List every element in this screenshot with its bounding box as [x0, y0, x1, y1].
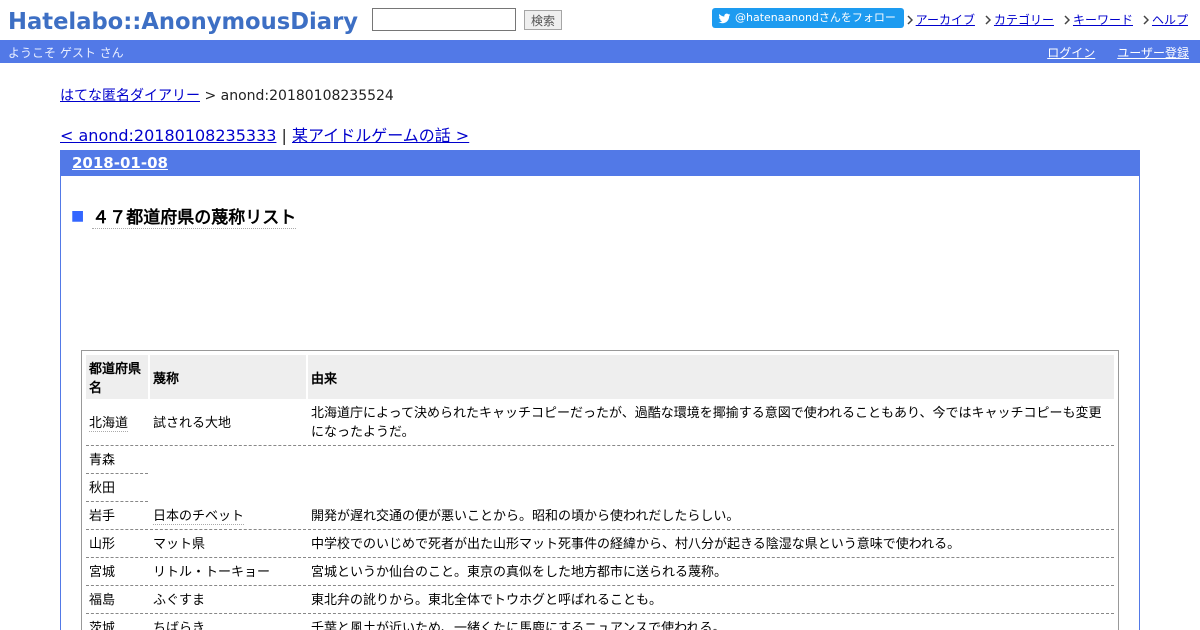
arrow-right-icon: [1143, 14, 1149, 25]
nickname-cell: 試される大地: [150, 401, 306, 446]
nickname-cell: [150, 476, 306, 502]
twitter-follow-button[interactable]: @hatenaanondさんをフォロー: [712, 8, 904, 28]
origin-cell: 宮城というか仙台のこと。東京の真似をした地方都市に送られる蔑称。: [308, 560, 1114, 586]
day-header: 2018-01-08: [61, 151, 1139, 176]
welcome-text: ようこそ ゲスト さん: [8, 46, 124, 60]
column-header-nickname: 蔑称: [150, 355, 306, 399]
nickname-cell: 日本のチベット: [150, 504, 306, 530]
nickname-table: 都道府県名 蔑称 由来 北海道 試される大地 北海道庁によって決められたキャッチ…: [81, 350, 1119, 630]
archive-link[interactable]: アーカイブ: [916, 11, 975, 28]
header-link-category[interactable]: カテゴリー: [985, 11, 1054, 28]
origin-cell: 北海道庁によって決められたキャッチコピーだったが、過酷な環境を揶揄する意図で使わ…: [308, 401, 1114, 446]
column-header-prefecture: 都道府県名: [86, 355, 148, 399]
table-row: 福島 ふぐすま 東北弁の訛りから。東北全体でトウホグと呼ばれることも。: [86, 588, 1114, 614]
table-row: 青森: [86, 448, 1114, 474]
nickname-cell: リトル・トーキョー: [150, 560, 306, 586]
table-row: 茨城 ちばらき 千葉と風土が近いため、一緒くたに馬鹿にするニュアンスで使われる。: [86, 616, 1114, 630]
header-links: アーカイブ カテゴリー キーワード ヘルプ: [907, 11, 1188, 28]
table-header-row: 都道府県名 蔑称 由来: [86, 355, 1114, 399]
arrow-right-icon: [985, 14, 991, 25]
prefecture-cell: 福島: [86, 588, 148, 614]
nickname-cell: マット県: [150, 532, 306, 558]
table-row: 山形 マット県 中学校でのいじめで死者が出た山形マット死事件の経緯から、村八分が…: [86, 532, 1114, 558]
login-link[interactable]: ログイン: [1047, 44, 1095, 61]
arrow-right-icon: [907, 14, 913, 25]
table-row: 秋田: [86, 476, 1114, 502]
entry-permalink-mark[interactable]: ■: [71, 208, 84, 224]
prefecture-cell: 茨城: [86, 616, 148, 630]
entry-title-text: ４７都道府県の蔑称リスト: [92, 203, 297, 229]
entry-pager: < anond:20180108235333 | 某アイドルゲームの話 >: [60, 122, 469, 146]
user-bar: ようこそ ゲスト さん ログイン ユーザー登録: [0, 40, 1200, 63]
column-header-origin: 由来: [308, 355, 1114, 399]
table-row: 宮城 リトル・トーキョー 宮城というか仙台のこと。東京の真似をした地方都市に送ら…: [86, 560, 1114, 586]
search-button[interactable]: 検索: [524, 10, 562, 30]
breadcrumb-current: anond:20180108235524: [220, 88, 394, 104]
table-row: 北海道 試される大地 北海道庁によって決められたキャッチコピーだったが、過酷な環…: [86, 401, 1114, 446]
nickname-cell: ふぐすま: [150, 588, 306, 614]
prev-entry-link[interactable]: < anond:20180108235333: [60, 126, 276, 145]
header-link-keyword[interactable]: キーワード: [1064, 11, 1133, 28]
prefecture-cell: 青森: [86, 448, 148, 474]
prefecture-cell: 宮城: [86, 560, 148, 586]
arrow-right-icon: [1064, 14, 1070, 25]
category-link[interactable]: カテゴリー: [994, 11, 1054, 28]
next-entry-link[interactable]: 某アイドルゲームの話 >: [292, 126, 469, 145]
follow-label: @hatenaanondさんをフォロー: [735, 11, 896, 24]
origin-cell: 東北弁の訛りから。東北全体でトウホグと呼ばれることも。: [308, 588, 1114, 614]
breadcrumb-separator: >: [200, 88, 221, 104]
day-date-link[interactable]: 2018-01-08: [72, 154, 168, 172]
breadcrumb-home-link[interactable]: はてな匿名ダイアリー: [60, 88, 200, 104]
search-input[interactable]: [372, 8, 516, 31]
user-bar-links: ログイン ユーザー登録: [1047, 44, 1189, 61]
origin-cell: 千葉と風土が近いため、一緒くたに馬鹿にするニュアンスで使われる。: [308, 616, 1114, 630]
table-row: 岩手 日本のチベット 開発が遅れ交通の便が悪いことから。昭和の頃から使われだした…: [86, 504, 1114, 530]
site-logo[interactable]: Hatelabo::AnonymousDiary: [8, 5, 360, 35]
prefecture-cell: 北海道: [86, 401, 148, 446]
header: Hatelabo::AnonymousDiary 検索 @hatenaanond…: [0, 0, 1200, 40]
origin-cell: 開発が遅れ交通の便が悪いことから。昭和の頃から使われだしたらしい。: [308, 504, 1114, 530]
help-link[interactable]: ヘルプ: [1152, 11, 1188, 28]
logo-text: Hatelabo::AnonymousDiary: [8, 9, 358, 35]
entry-title: ■ ４７都道府県の蔑称リスト: [71, 203, 297, 229]
pager-separator: |: [276, 126, 292, 145]
twitter-bird-icon: [718, 13, 731, 23]
breadcrumb: はてな匿名ダイアリー > anond:20180108235524: [60, 85, 394, 105]
nickname-cell: ちばらき: [150, 616, 306, 630]
origin-cell: 中学校でのいじめで死者が出た山形マット死事件の経緯から、村八分が起きる陰湿な県と…: [308, 532, 1114, 558]
origin-cell: [308, 476, 1114, 502]
register-link[interactable]: ユーザー登録: [1117, 44, 1189, 61]
origin-cell: [308, 448, 1114, 474]
keyword-link[interactable]: キーワード: [1073, 11, 1133, 28]
prefecture-cell: 秋田: [86, 476, 148, 502]
header-link-help[interactable]: ヘルプ: [1143, 11, 1188, 28]
header-link-archive[interactable]: アーカイブ: [907, 11, 975, 28]
prefecture-cell: 岩手: [86, 504, 148, 530]
nickname-cell: [150, 448, 306, 474]
prefecture-cell: 山形: [86, 532, 148, 558]
day-section: 2018-01-08 ■ ４７都道府県の蔑称リスト 都道府県名 蔑称 由来 北海…: [60, 150, 1140, 630]
